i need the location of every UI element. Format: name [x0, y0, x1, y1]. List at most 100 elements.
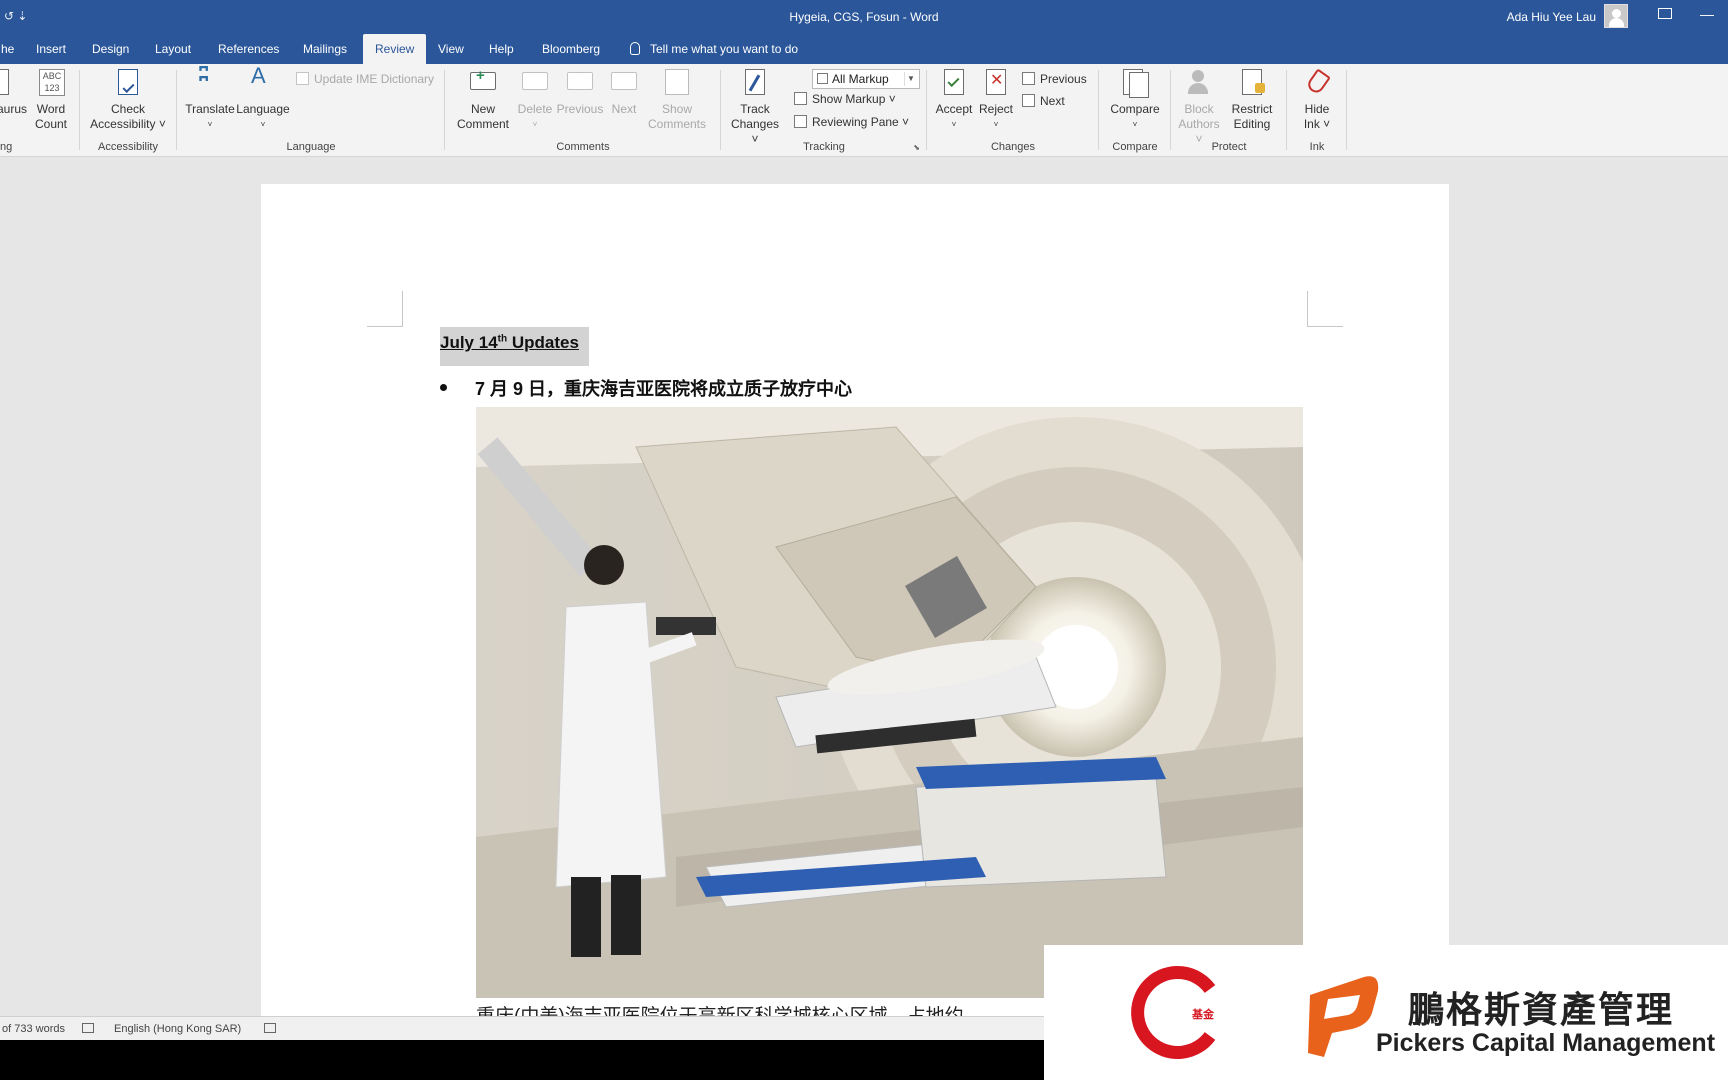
- accept-label: Accept: [935, 102, 973, 116]
- tab-bloomberg[interactable]: Bloomberg: [531, 34, 611, 64]
- show-comments-icon: [662, 68, 692, 98]
- ribbon: aurus ABC 123 Word Count ng Check Access…: [0, 64, 1728, 157]
- translate-button[interactable]: ʭ Translate ˅: [184, 64, 236, 132]
- hide-ink-label-2: Ink ˅: [1303, 117, 1331, 131]
- lightbulb-icon: [630, 42, 640, 55]
- chevron-down-icon[interactable]: ▼: [904, 72, 917, 86]
- group-label-proofing: ng: [0, 141, 13, 153]
- restrict-editing-label-2: Editing: [1233, 117, 1271, 131]
- markup-select-value: All Markup: [832, 72, 889, 86]
- reject-label: Reject: [978, 102, 1013, 116]
- previous-comment-button[interactable]: Previous: [556, 68, 604, 117]
- compare-label: Compare: [1110, 102, 1160, 116]
- heading-text: July 14: [440, 333, 498, 352]
- next-comment-button[interactable]: Next: [606, 68, 642, 117]
- reject-icon: ✕: [981, 68, 1011, 98]
- ribbon-divider: [1286, 70, 1287, 150]
- thesaurus-button[interactable]: aurus: [0, 68, 28, 117]
- tab-help[interactable]: Help: [478, 34, 525, 64]
- group-proofing: aurus ABC 123 Word Count ng: [0, 66, 78, 154]
- tell-me-label: Tell me what you want to do: [650, 42, 799, 56]
- crop-mark: [1307, 291, 1343, 327]
- title-bar: ↺ ⇣ Hygeia, CGS, Fosun - Word Ada Hiu Ye…: [0, 0, 1728, 34]
- restrict-editing-label-1: Restrict: [1231, 102, 1273, 116]
- word-count-label-1: Word: [36, 102, 66, 116]
- reviewing-pane-button[interactable]: Reviewing Pane ˅: [794, 115, 909, 129]
- ribbon-divider: [79, 70, 80, 150]
- translate-icon: ʭ: [198, 64, 210, 86]
- update-ime-label: Update IME Dictionary: [314, 72, 435, 86]
- tab-review[interactable]: Review: [363, 34, 427, 64]
- proton-therapy-photo[interactable]: [476, 407, 1303, 998]
- new-comment-icon: +: [468, 68, 498, 98]
- tab-insert[interactable]: Insert: [25, 34, 77, 64]
- accept-button[interactable]: Accept ˅: [932, 68, 976, 132]
- tab-references[interactable]: References: [207, 34, 290, 64]
- word-count-status[interactable]: of 733 words: [2, 1023, 65, 1035]
- tab-view[interactable]: View: [427, 34, 475, 64]
- proofing-status-icon[interactable]: [82, 1023, 94, 1033]
- show-markup-button[interactable]: Show Markup ˅: [794, 92, 896, 106]
- delete-comment-label: Delete: [517, 102, 553, 116]
- language-button[interactable]: A Language ˅: [236, 65, 290, 132]
- tell-me-search[interactable]: Tell me what you want to do: [630, 34, 798, 64]
- track-changes-button[interactable]: Track Changes ˅: [726, 68, 784, 147]
- ribbon-display-options-icon[interactable]: [1658, 8, 1672, 19]
- previous-comment-label: Previous: [556, 102, 604, 116]
- previous-change-button[interactable]: Previous: [1022, 72, 1087, 86]
- language-status[interactable]: English (Hong Kong SAR): [114, 1023, 241, 1035]
- reviewing-pane-icon: [794, 115, 807, 128]
- update-ime-dictionary-button[interactable]: Update IME Dictionary: [296, 72, 434, 86]
- group-protect: Block Authors ˅ Restrict Editing Protect: [1174, 66, 1284, 154]
- check-accessibility-label-2: Accessibility ˅: [90, 117, 166, 131]
- accessibility-check-icon: [113, 68, 143, 98]
- reject-button[interactable]: ✕ Reject ˅: [976, 68, 1016, 132]
- show-markup-icon: [794, 92, 807, 105]
- tab-design[interactable]: Design: [81, 34, 140, 64]
- document-heading[interactable]: July 14th Updates: [440, 327, 589, 366]
- show-comments-button[interactable]: Show Comments: [644, 68, 710, 132]
- avatar[interactable]: [1604, 4, 1628, 28]
- next-comment-label: Next: [611, 102, 637, 116]
- tab-home[interactable]: he: [0, 34, 25, 64]
- ribbon-divider: [926, 70, 927, 150]
- group-label-changes: Changes: [990, 141, 1036, 153]
- new-comment-button[interactable]: + New Comment: [454, 68, 512, 132]
- word-count-label-2: Count: [34, 117, 68, 131]
- user-name[interactable]: Ada Hiu Yee Lau: [1507, 10, 1596, 24]
- group-comments: + New Comment Delete ˅ Previous Next Sho…: [448, 66, 718, 154]
- block-authors-icon: [1184, 68, 1214, 98]
- group-label-tracking: Tracking: [803, 141, 845, 153]
- group-label-language: Language: [286, 141, 336, 153]
- document-page[interactable]: July 14th Updates 7 月 9 日，重庆海吉亚医院将成立质子放疗…: [261, 184, 1449, 1027]
- next-change-label: Next: [1040, 94, 1065, 108]
- accessibility-status-icon[interactable]: [264, 1023, 276, 1033]
- dialog-launcher-icon[interactable]: ⬊: [913, 143, 920, 152]
- block-authors-button[interactable]: Block Authors ˅: [1174, 68, 1224, 147]
- show-comments-label-1: Show: [661, 102, 693, 116]
- brand-name-chinese: 鵬格斯資產管理: [1408, 989, 1675, 1030]
- restrict-editing-button[interactable]: Restrict Editing: [1224, 68, 1280, 132]
- compare-button[interactable]: Compare ˅: [1104, 68, 1166, 132]
- ribbon-divider: [176, 70, 177, 150]
- hide-ink-button[interactable]: Hide Ink ˅: [1292, 68, 1342, 132]
- minimize-button[interactable]: —: [1700, 6, 1714, 22]
- ribbon-divider: [1346, 70, 1347, 150]
- previous-change-icon: [1022, 72, 1035, 85]
- tab-mailings[interactable]: Mailings: [292, 34, 358, 64]
- group-ink: Hide Ink ˅ Ink: [1290, 66, 1344, 154]
- word-count-icon-text: ABC 123: [39, 69, 65, 96]
- delete-comment-button[interactable]: Delete ˅: [516, 68, 554, 132]
- check-accessibility-button[interactable]: Check Accessibility ˅: [86, 68, 170, 132]
- word-count-button[interactable]: ABC 123 Word Count: [32, 68, 70, 132]
- ribbon-divider: [444, 70, 445, 150]
- bullet-item[interactable]: 7 月 9 日，重庆海吉亚医院将成立质子放疗中心: [440, 375, 852, 401]
- brand-watermark: 基金 鵬格斯資產管理 Pickers Capital Management: [1044, 945, 1728, 1080]
- block-authors-label-1: Block: [1184, 102, 1214, 116]
- show-markup-label: Show Markup ˅: [812, 92, 896, 106]
- markup-display-select[interactable]: All Markup ▼: [812, 69, 920, 89]
- group-label-comments: Comments: [556, 141, 610, 153]
- next-change-button[interactable]: Next: [1022, 94, 1065, 108]
- tab-layout[interactable]: Layout: [144, 34, 202, 64]
- show-comments-label-2: Comments: [647, 117, 706, 131]
